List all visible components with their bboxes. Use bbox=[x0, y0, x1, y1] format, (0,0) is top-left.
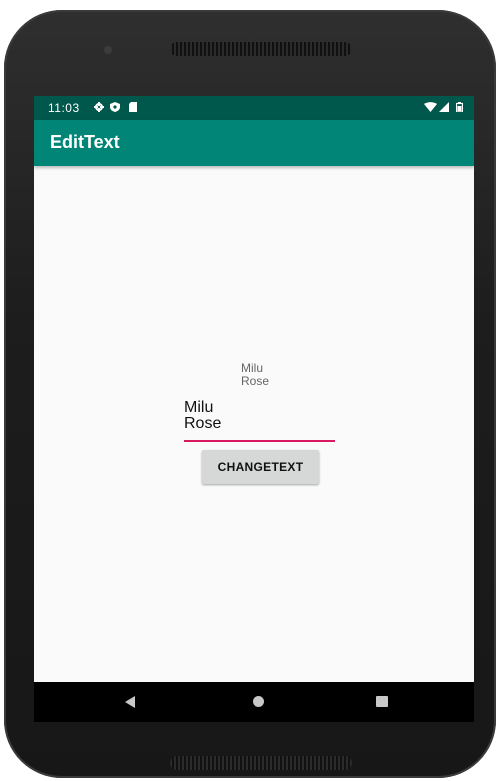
sd-card-icon bbox=[129, 102, 137, 112]
front-camera bbox=[104, 46, 112, 54]
edit-text-line: Rose bbox=[184, 415, 222, 432]
top-speaker bbox=[170, 42, 352, 56]
status-bar: 11:03 bbox=[34, 96, 474, 120]
change-text-button[interactable]: CHANGETEXT bbox=[202, 450, 319, 484]
home-icon[interactable] bbox=[253, 696, 264, 707]
gear-icon bbox=[94, 102, 104, 112]
app-title: EditText bbox=[50, 132, 120, 152]
recents-icon[interactable] bbox=[376, 696, 388, 707]
text-view: Milu Rose bbox=[241, 362, 301, 388]
wifi-icon bbox=[424, 102, 437, 112]
phone-screen: 11:03 EditText Milu Rose Milu Rose CHANG… bbox=[34, 96, 474, 722]
shield-icon bbox=[110, 102, 120, 112]
status-time: 11:03 bbox=[48, 101, 80, 115]
phone-frame: 11:03 EditText Milu Rose Milu Rose CHANG… bbox=[4, 10, 496, 778]
edit-text-field[interactable]: Milu Rose bbox=[184, 400, 335, 442]
navigation-bar bbox=[34, 682, 474, 722]
bottom-speaker bbox=[170, 756, 352, 770]
text-view-line: Rose bbox=[241, 374, 270, 388]
edit-text-line: Milu bbox=[184, 399, 214, 416]
signal-icon bbox=[439, 102, 449, 112]
battery-icon bbox=[456, 102, 463, 112]
back-icon[interactable] bbox=[125, 696, 135, 708]
app-bar: EditText bbox=[34, 120, 474, 166]
